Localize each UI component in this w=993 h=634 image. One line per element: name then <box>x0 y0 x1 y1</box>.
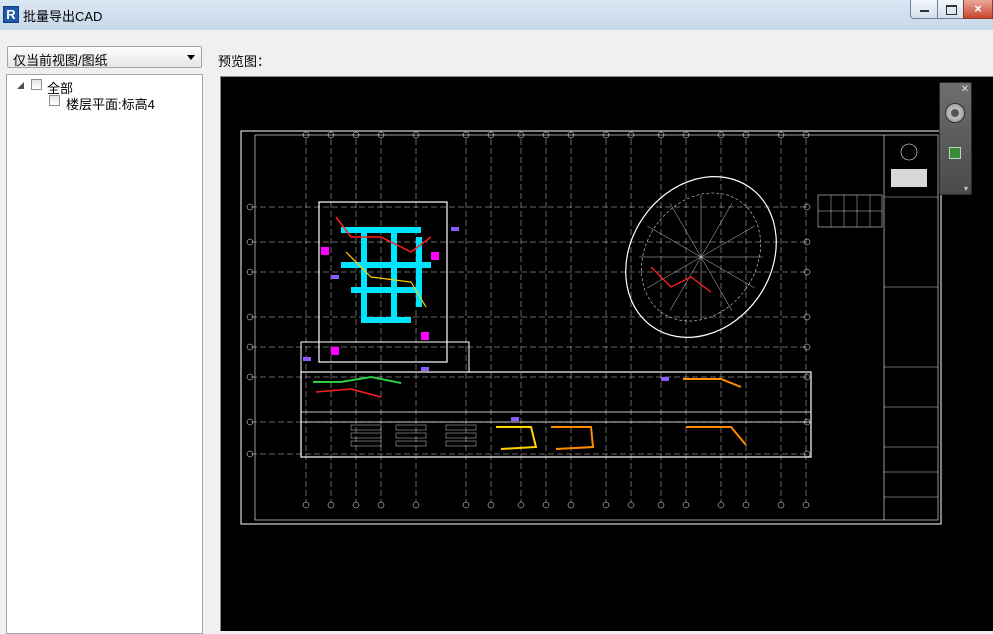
grid-bubble <box>377 501 385 509</box>
tag <box>303 357 311 361</box>
pipe <box>650 266 712 293</box>
equipment <box>321 247 329 255</box>
pipe <box>683 378 742 388</box>
pipe <box>315 388 382 398</box>
north-arrow <box>900 143 918 161</box>
grid-bubble <box>777 501 785 509</box>
tree-label-floor-plan: 楼层平面:标高4 <box>66 97 155 112</box>
atrium-radial <box>700 225 755 258</box>
tree-item-floor-plan[interactable]: 楼层平面:标高4 <box>49 94 199 112</box>
duct <box>361 227 367 322</box>
pipe <box>551 426 595 450</box>
title-bar: R 批量导出CAD × <box>0 0 993 31</box>
atrium-radial <box>647 256 702 289</box>
duct <box>361 317 411 323</box>
tag <box>331 275 339 279</box>
grid-bubble <box>517 501 525 509</box>
atrium-radial <box>700 203 733 258</box>
dialog-body: 仅当前视图/图纸 全部 楼层平面:标高4 预览图： <box>0 30 993 634</box>
grid-bubble <box>627 501 635 509</box>
pipe <box>335 216 432 253</box>
minimize-button[interactable] <box>910 0 938 19</box>
furniture <box>445 432 477 439</box>
equipment <box>431 252 439 260</box>
pipe <box>686 426 747 446</box>
grid-bubble <box>682 501 690 509</box>
grid-bubble <box>352 501 360 509</box>
window-title: 批量导出CAD <box>23 9 103 24</box>
tag <box>451 227 459 231</box>
tree-item-all[interactable]: 全部 <box>17 78 197 96</box>
tag <box>421 367 429 371</box>
sheet-border <box>240 130 942 525</box>
nav-bar-close-icon[interactable]: ✕ <box>961 84 969 95</box>
atrium-radial <box>700 256 733 311</box>
grid-bubble <box>802 501 810 509</box>
pipe <box>345 251 427 308</box>
grid-bubble <box>327 501 335 509</box>
core-base <box>300 341 470 373</box>
view-filter-dropdown[interactable]: 仅当前视图/图纸 <box>7 46 202 68</box>
pipe <box>496 426 538 450</box>
furniture <box>350 424 382 431</box>
furniture <box>445 424 477 431</box>
furniture <box>350 440 382 447</box>
furniture <box>445 440 477 447</box>
furniture <box>350 432 382 439</box>
key-plan <box>891 169 927 187</box>
grid-bubble <box>487 501 495 509</box>
tree-checkbox-floor-plan[interactable] <box>49 95 60 106</box>
furniture <box>395 432 427 439</box>
atrium-radial <box>700 256 755 289</box>
grid-bubble <box>302 501 310 509</box>
cad-preview-pane[interactable] <box>220 76 993 631</box>
duct <box>341 227 421 233</box>
grid-bubble <box>567 501 575 509</box>
close-icon: × <box>974 1 982 16</box>
preview-label: 预览图： <box>218 54 271 69</box>
grid-bubble <box>742 501 750 509</box>
furniture <box>395 440 427 447</box>
sheet-inner-border <box>254 134 939 521</box>
grid-bubble <box>717 501 725 509</box>
dropdown-arrow-icon <box>187 55 195 60</box>
equipment <box>421 332 429 340</box>
tag <box>661 377 669 381</box>
view-filter-value: 仅当前视图/图纸 <box>13 53 108 68</box>
tree-expander-icon[interactable] <box>17 82 24 89</box>
grid-bubble <box>542 501 550 509</box>
nav-bar-menu-icon[interactable]: ▾ <box>964 184 968 193</box>
tree-checkbox-all[interactable] <box>31 79 42 90</box>
pan-icon[interactable] <box>949 147 961 159</box>
steering-wheel-icon[interactable] <box>945 103 965 123</box>
atrium-radial <box>647 225 702 258</box>
maximize-button[interactable] <box>937 0 964 19</box>
revit-app-icon: R <box>3 6 19 23</box>
view-tree[interactable]: 全部 楼层平面:标高4 <box>6 74 203 634</box>
duct <box>391 227 397 322</box>
cad-drawing <box>240 130 942 525</box>
grid-bubble <box>412 501 420 509</box>
equipment <box>331 347 339 355</box>
grid-bubble <box>462 501 470 509</box>
atrium-radial <box>669 203 702 258</box>
atrium-radial <box>669 256 702 311</box>
pipe <box>313 375 402 384</box>
navigation-bar[interactable]: ✕ ▾ <box>939 82 972 195</box>
grid-bubble <box>602 501 610 509</box>
close-button[interactable]: × <box>963 0 993 19</box>
tag <box>511 417 519 421</box>
furniture <box>395 424 427 431</box>
grid-bubble <box>657 501 665 509</box>
